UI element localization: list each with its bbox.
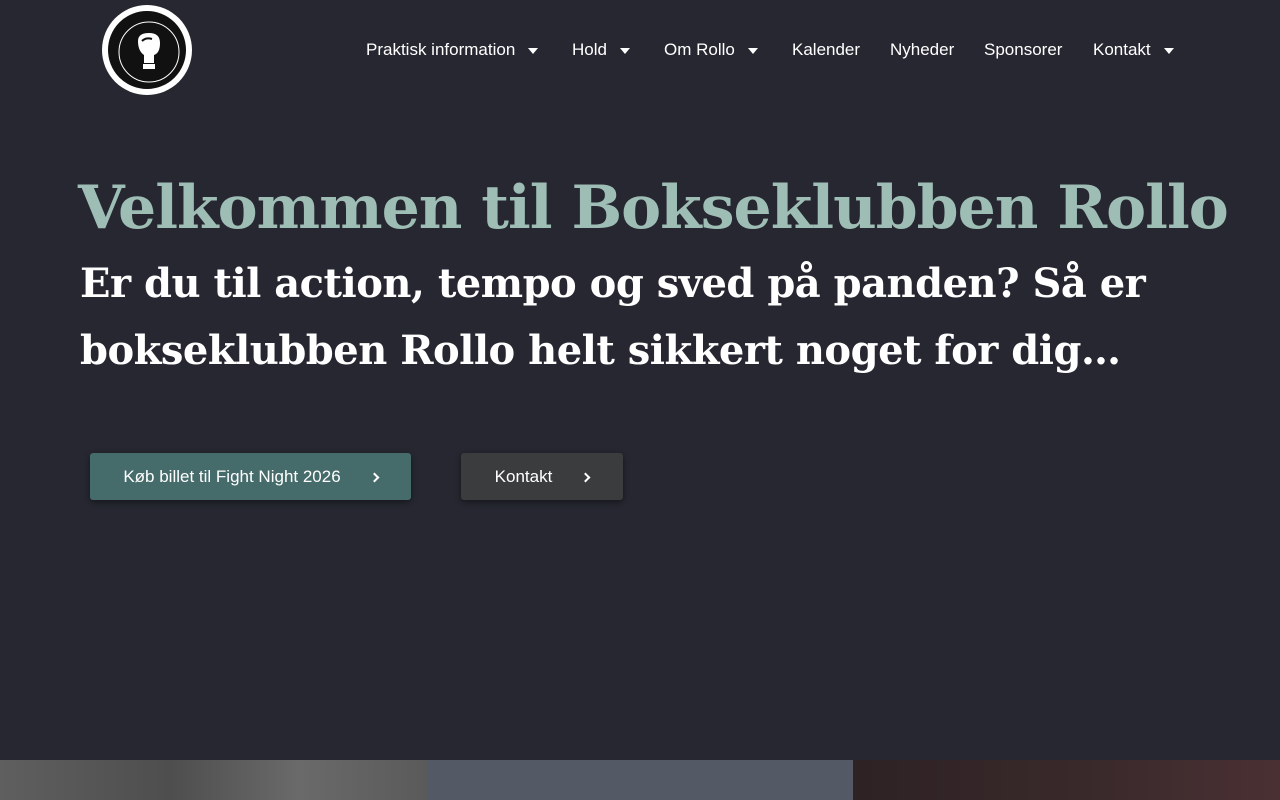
nav-item-label: Hold (572, 40, 607, 59)
contact-button[interactable]: Kontakt (461, 453, 623, 500)
main-nav: Praktisk information Hold Om Rollo Kalen… (0, 0, 1280, 100)
nav-item-label: Om Rollo (664, 40, 735, 59)
nav-item-sponsorer[interactable]: Sponsorer (984, 38, 1062, 62)
chevron-down-icon (747, 48, 758, 54)
chevron-down-icon (528, 48, 539, 54)
chevron-right-icon (369, 472, 380, 482)
gallery-image-2 (427, 760, 853, 800)
contact-button-label: Kontakt (494, 466, 553, 486)
nav-item-label: Nyheder (890, 40, 955, 59)
nav-item-kontakt[interactable]: Kontakt (1093, 38, 1174, 62)
nav-item-kalender[interactable]: Kalender (792, 38, 860, 62)
hero-title: Velkommen til Bokseklubben Rollo (78, 173, 1229, 243)
chevron-down-icon (1163, 48, 1174, 54)
chevron-right-icon (580, 472, 591, 482)
nav-item-label: Praktisk information (366, 40, 516, 59)
hero-subtitle: Er du til action, tempo og sved på pande… (80, 260, 1146, 374)
nav-item-praktisk-information[interactable]: Praktisk information (366, 38, 539, 62)
gallery-image-1 (0, 760, 427, 800)
nav-item-om-rollo[interactable]: Om Rollo (664, 38, 758, 62)
site-header: Praktisk information Hold Om Rollo Kalen… (0, 0, 1280, 100)
nav-item-nyheder[interactable]: Nyheder (890, 38, 954, 62)
buy-ticket-button-label: Køb billet til Fight Night 2026 (123, 466, 341, 486)
nav-item-hold[interactable]: Hold (572, 38, 630, 62)
nav-item-label: Kontakt (1093, 40, 1151, 59)
gallery-image-3 (853, 760, 1280, 800)
nav-item-label: Kalender (792, 40, 861, 59)
nav-item-label: Sponsorer (984, 40, 1063, 59)
buy-ticket-button[interactable]: Køb billet til Fight Night 2026 (90, 453, 411, 500)
chevron-down-icon (619, 48, 630, 54)
